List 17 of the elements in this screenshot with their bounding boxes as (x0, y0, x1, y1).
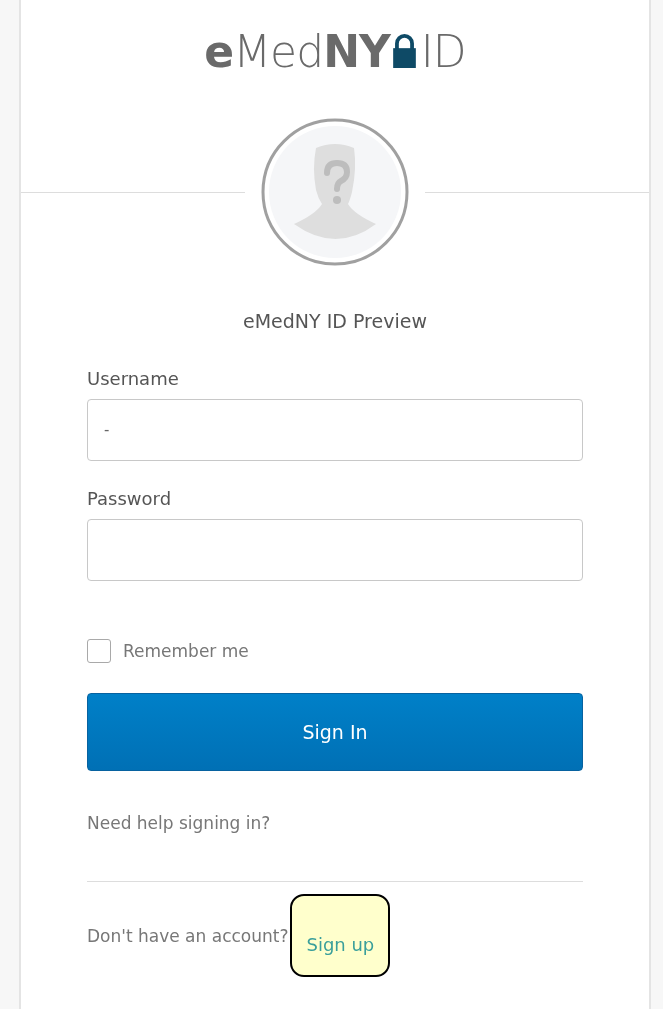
checkbox[interactable] (87, 639, 111, 663)
signup-prompt: Don't have an account? (87, 925, 289, 946)
logo-text: Med (233, 30, 324, 74)
help-link[interactable]: Need help signing in? (87, 813, 583, 833)
logo-text: NY (323, 30, 390, 74)
sign-in-button[interactable]: Sign In (87, 693, 583, 771)
input-field[interactable] (87, 519, 583, 581)
field-label: Password (87, 488, 173, 509)
logo-text: ID (420, 30, 466, 74)
checkbox-label: Remember me (123, 641, 249, 661)
input-field[interactable]: - (87, 399, 583, 461)
logo-text: e (204, 30, 234, 74)
avatar-icon (261, 118, 409, 266)
form-title: eMedNY ID Preview (242, 310, 428, 332)
lock-icon (391, 34, 417, 68)
sign-up-link[interactable]: Sign up (290, 894, 391, 977)
field-label: Username (87, 368, 180, 389)
